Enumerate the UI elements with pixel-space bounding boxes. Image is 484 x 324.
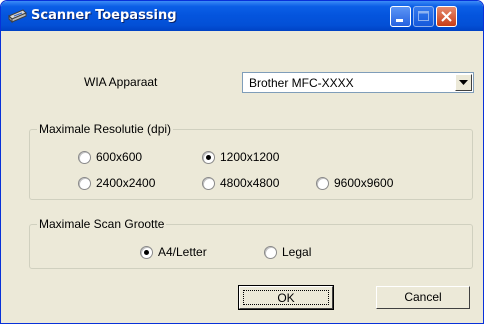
radio-button[interactable] bbox=[140, 246, 153, 259]
minimize-icon bbox=[396, 19, 403, 22]
radio-label: 600x600 bbox=[96, 150, 143, 164]
radio-button[interactable] bbox=[202, 151, 215, 164]
ok-button[interactable]: OK bbox=[238, 285, 334, 310]
scan-size-group: Maximale Scan Grootte A4/Letter Legal bbox=[29, 217, 473, 269]
ok-button-label: OK bbox=[243, 290, 329, 305]
radio-button[interactable] bbox=[264, 246, 277, 259]
radio-label: 2400x2400 bbox=[96, 176, 156, 190]
radio-label: 1200x1200 bbox=[220, 150, 280, 164]
radio-label: 9600x9600 bbox=[334, 176, 394, 190]
radio-button[interactable] bbox=[78, 177, 91, 190]
radio-button[interactable] bbox=[316, 177, 329, 190]
resolution-group: Maximale Resolutie (dpi) 600x600 1200x12… bbox=[29, 122, 473, 200]
close-button[interactable] bbox=[436, 6, 457, 27]
close-icon bbox=[441, 11, 452, 22]
radio-label: 4800x4800 bbox=[220, 176, 280, 190]
chevron-down-icon bbox=[459, 80, 468, 85]
maximize-icon bbox=[418, 11, 429, 21]
title-bar[interactable]: Scanner Toepassing bbox=[1, 1, 483, 31]
radio-label: Legal bbox=[282, 245, 312, 259]
radio-label: A4/Letter bbox=[158, 245, 207, 259]
device-label: WIA Apparaat bbox=[84, 75, 158, 89]
scanner-icon bbox=[7, 7, 27, 25]
scanner-dialog: Scanner Toepassing WIA Apparaat Brother … bbox=[0, 0, 484, 324]
device-select-value: Brother MFC-XXXX bbox=[249, 76, 354, 90]
dropdown-button[interactable] bbox=[455, 74, 472, 91]
radio-selected-dot bbox=[144, 250, 149, 255]
resolution-legend: Maximale Resolutie (dpi) bbox=[37, 122, 174, 136]
scan-size-legend: Maximale Scan Grootte bbox=[37, 217, 167, 231]
radio-selected-dot bbox=[206, 155, 211, 160]
radio-button[interactable] bbox=[202, 177, 215, 190]
maximize-button[interactable] bbox=[413, 6, 434, 27]
minimize-button[interactable] bbox=[390, 6, 411, 27]
window-title: Scanner Toepassing bbox=[31, 8, 177, 23]
radio-button[interactable] bbox=[78, 151, 91, 164]
device-select[interactable]: Brother MFC-XXXX bbox=[242, 72, 474, 93]
cancel-button[interactable]: Cancel bbox=[376, 286, 470, 309]
